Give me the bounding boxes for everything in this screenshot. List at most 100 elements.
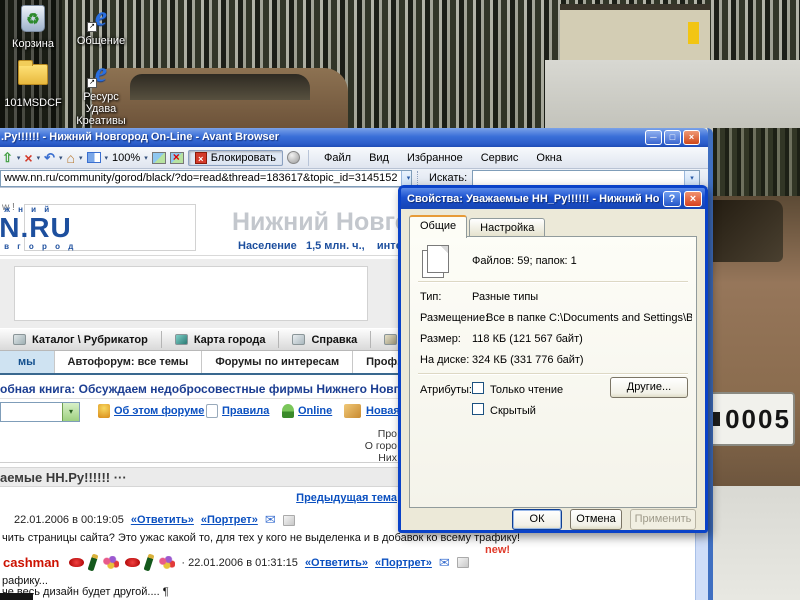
folder-icon <box>18 64 48 85</box>
dialog-separator <box>418 373 688 375</box>
envelope-icon[interactable]: ✉ <box>439 555 450 571</box>
lips-emoticon <box>69 558 84 567</box>
reply-link[interactable]: «Ответить» <box>305 557 368 569</box>
hidden-label: Скрытый <box>490 405 536 417</box>
rules-icon <box>206 404 218 418</box>
row-label: На диске: <box>420 354 469 366</box>
address-dropdown-icon[interactable]: ▾ <box>401 171 412 186</box>
desktop-icon-label: Корзина <box>0 38 66 50</box>
desktop-icon-label: 101MSDCF <box>0 97 66 109</box>
block-button[interactable]: × Блокировать <box>188 150 283 166</box>
right-fragment[interactable]: О горо <box>300 440 397 452</box>
logo-bottom-text: н о в г о р о д <box>0 242 76 251</box>
dialog-tab-general[interactable]: Общие <box>409 215 467 238</box>
bottle-emoticon <box>88 553 99 571</box>
dialog-separator <box>418 281 688 283</box>
forum-heading: обная книга: Обсуждаем недобросовестные … <box>0 382 435 396</box>
nav-city-map[interactable]: Карта города <box>162 331 280 348</box>
address-input[interactable]: www.nn.ru/community/gorod/black/?do=read… <box>0 170 412 187</box>
dialog-titlebar[interactable]: Свойства: Уважаемые НН_Ру!!!!!! - Нижний… <box>401 188 705 209</box>
apply-button[interactable]: Применить <box>630 509 696 530</box>
files-icon <box>422 245 458 281</box>
quote-page-icon[interactable] <box>457 557 469 568</box>
nav-label: Справка <box>311 334 357 346</box>
undo-button-icon[interactable]: ↶ <box>44 151 55 165</box>
split-view-icon[interactable] <box>87 152 101 163</box>
post2-author[interactable]: cashman <box>3 555 59 570</box>
dialog-help-button[interactable]: ? <box>663 191 681 207</box>
search-dropdown-icon[interactable]: ▾ <box>684 171 699 186</box>
minimize-button[interactable]: ─ <box>645 130 662 145</box>
flowers-emoticon <box>102 556 119 569</box>
files-summary: Файлов: 59; папок: 1 <box>472 255 577 267</box>
images-icon[interactable] <box>152 152 166 164</box>
dropdown-icon[interactable]: ▾ <box>37 154 41 162</box>
forum-section-select[interactable]: ▾ <box>0 402 80 422</box>
menu-favorites[interactable]: Избранное <box>400 150 470 166</box>
search-input[interactable]: ▾ <box>472 170 700 187</box>
wallpaper-snow-bottom <box>713 486 800 600</box>
dropdown-icon[interactable]: ▾ <box>59 154 63 162</box>
portrait-link[interactable]: «Портрет» <box>201 514 258 526</box>
desktop-icon-resurs[interactable]: e ↗ Ресурс Удава Креативы <box>68 58 134 127</box>
tab-autoforum[interactable]: Автофорум: все темы <box>55 351 203 373</box>
previous-topic-link[interactable]: Предыдущая тема <box>280 492 397 504</box>
desktop-icon-101msdcf[interactable]: 101MSDCF <box>0 58 66 109</box>
stop-button-icon[interactable]: × <box>24 151 32 165</box>
reply-link[interactable]: «Ответить» <box>131 514 194 526</box>
desktop-icon-obschenie[interactable]: e ↗ Общение <box>68 2 134 47</box>
nav-catalog[interactable]: Каталог \ Рубрикатор <box>0 331 162 348</box>
dropdown-icon[interactable]: ▾ <box>17 154 21 162</box>
dropdown-icon[interactable]: ▾ <box>105 154 109 162</box>
post2-header: cashman · 22.01.2006 в 01:31:15 «Ответит… <box>3 554 469 571</box>
properties-dialog: Свойства: Уважаемые НН_Ру!!!!!! - Нижний… <box>398 185 708 533</box>
tab-forums[interactable]: мы <box>0 351 55 373</box>
attributes-label: Атрибуты: <box>420 384 472 396</box>
row-label: Тип: <box>420 291 441 303</box>
browser-titlebar[interactable]: .Ру!!!!!! - Нижний Новгород On-Line - Av… <box>0 128 708 147</box>
zoom-level[interactable]: 100% <box>112 152 140 164</box>
search-label: Искать: <box>429 172 467 184</box>
online-person-icon <box>282 404 294 418</box>
menu-tools[interactable]: Сервис <box>474 150 526 166</box>
dialog-close-button[interactable]: × <box>684 191 702 207</box>
select-dropdown-icon[interactable]: ▾ <box>62 403 79 421</box>
readonly-checkbox[interactable] <box>472 382 484 394</box>
nav-help[interactable]: Справка <box>279 331 371 348</box>
ok-button[interactable]: ОК <box>512 509 562 530</box>
desktop-icon-label: Общение <box>68 35 134 47</box>
other-attributes-button[interactable]: Другие... <box>610 377 688 398</box>
right-fragment[interactable]: Про <box>300 428 397 440</box>
desktop-icon-recycle-bin[interactable]: ♻ Корзина <box>0 4 66 50</box>
tab-interest-forums[interactable]: Форумы по интересам <box>202 351 353 373</box>
maximize-button[interactable]: □ <box>664 130 681 145</box>
cancel-button[interactable]: Отмена <box>570 509 622 530</box>
nnru-logo[interactable]: н и ж н и й NN.RU н о в г о р о д <box>0 205 76 251</box>
online-link[interactable]: Online <box>298 405 332 417</box>
block-images-icon[interactable] <box>170 152 184 164</box>
menu-windows[interactable]: Окна <box>529 150 569 166</box>
dropdown-icon[interactable]: ▾ <box>144 154 148 162</box>
readonly-label: Только чтение <box>490 384 563 396</box>
logo-main-text: NN.RU <box>0 214 76 242</box>
menu-view[interactable]: Вид <box>362 150 396 166</box>
dialog-tab-settings[interactable]: Настройка <box>469 218 545 238</box>
close-button[interactable]: × <box>683 130 700 145</box>
quote-page-icon[interactable] <box>283 515 295 526</box>
desktop: 0005 ♻ Корзина e ↗ Общение 101MSDCF e ↗ … <box>0 0 800 600</box>
dialog-tab-page: Файлов: 59; папок: 1 Тип: Разные типы Ра… <box>409 236 697 508</box>
hidden-checkbox[interactable] <box>472 403 484 415</box>
up-button-icon[interactable]: ⇧ <box>2 151 13 165</box>
recycle-bin-icon: ♻ <box>21 5 45 32</box>
dropdown-icon[interactable]: ▾ <box>79 154 83 162</box>
envelope-icon[interactable]: ✉ <box>265 512 276 528</box>
about-forum-link[interactable]: Об этом форуме <box>114 405 204 417</box>
menu-file[interactable]: Файл <box>317 150 358 166</box>
portrait-link[interactable]: «Портрет» <box>375 557 432 569</box>
home-button-icon[interactable]: ⌂ <box>67 151 75 165</box>
desktop-icon-label: Ресурс Удава Креативы <box>68 91 134 127</box>
addressbar-separator <box>417 171 422 185</box>
wallpaper-yellow-sign <box>688 22 699 44</box>
rules-link[interactable]: Правила <box>222 405 269 417</box>
dialog-body: Общие Настройка Файлов: 59; папок: 1 Тип… <box>401 209 705 530</box>
